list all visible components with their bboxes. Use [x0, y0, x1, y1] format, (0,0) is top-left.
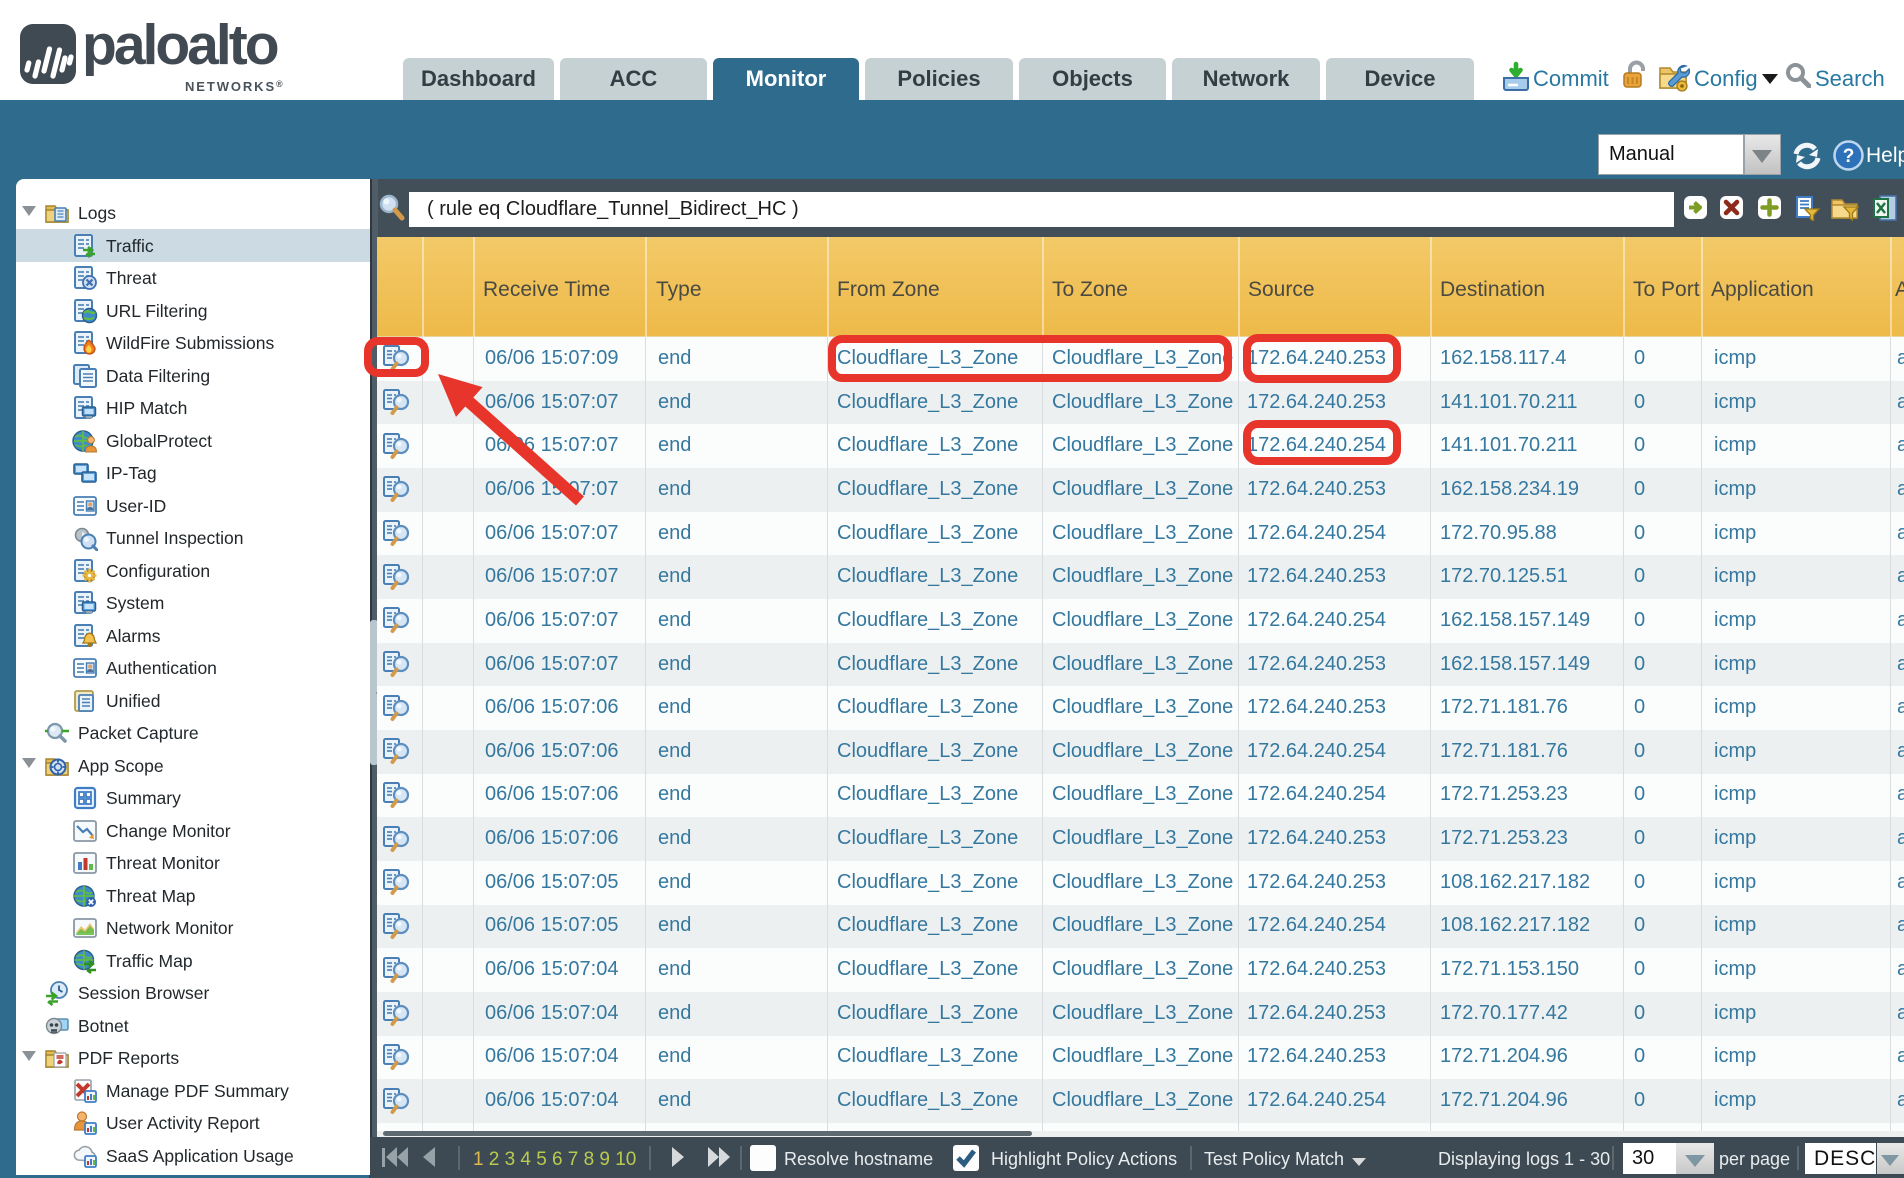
svg-text:?: ?: [1843, 146, 1855, 167]
